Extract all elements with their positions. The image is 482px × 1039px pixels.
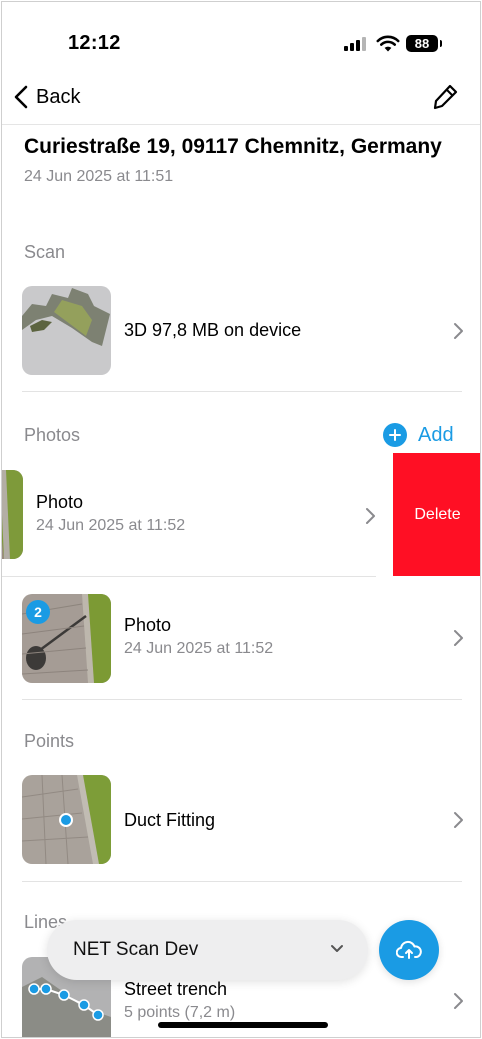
chevron-right-icon	[454, 812, 463, 828]
section-label-points: Points	[24, 731, 75, 751]
status-time: 12:12	[68, 32, 121, 54]
point-thumbnail	[22, 775, 111, 864]
add-label: Add	[418, 423, 454, 446]
chevron-right-icon	[454, 993, 463, 1009]
project-selector[interactable]: NET Scan Dev	[47, 920, 368, 980]
cellular-signal-icon	[344, 37, 368, 51]
divider	[2, 576, 376, 577]
back-label: Back	[36, 85, 81, 108]
chevron-down-icon	[331, 945, 343, 952]
scan-title: 3D 97,8 MB on device	[124, 320, 302, 340]
photo-date: 24 Jun 2025 at 11:52	[124, 640, 274, 657]
page-date: 24 Jun 2025 at 11:51	[24, 168, 174, 185]
pencil-icon[interactable]	[430, 82, 460, 112]
project-selector-label: NET Scan Dev	[73, 939, 199, 960]
photo-count-badge: 2	[26, 600, 50, 624]
page-title: Curiestraße 19, 09117 Chemnitz, Germany	[24, 135, 442, 158]
photo-date: 24 Jun 2025 at 11:52	[36, 517, 186, 534]
wifi-icon	[376, 35, 400, 52]
photo-thumbnail: 2	[22, 594, 111, 683]
divider	[22, 881, 462, 882]
divider	[22, 699, 462, 700]
line-title: Street trench	[124, 979, 228, 999]
point-title: Duct Fitting	[124, 810, 216, 830]
line-subtitle: 5 points (7,2 m)	[124, 1004, 236, 1021]
chevron-right-icon	[454, 630, 463, 646]
battery-indicator: 88	[406, 35, 442, 52]
screen: 12:12 88 Back Curiestraße 19, 09117 Chem…	[1, 1, 481, 1038]
home-indicator	[158, 1022, 328, 1028]
scan-thumbnail	[22, 286, 111, 375]
add-photo-button[interactable]: Add	[383, 423, 454, 447]
upload-button[interactable]	[379, 920, 439, 980]
plus-circle-icon	[383, 423, 407, 447]
section-label-photos: Photos	[24, 425, 81, 445]
cloud-upload-icon	[396, 940, 422, 959]
photo-title: Photo	[124, 615, 172, 635]
nav-divider	[2, 124, 480, 125]
back-button[interactable]: Back	[14, 85, 80, 109]
divider	[22, 391, 462, 392]
photo-title: Photo	[36, 492, 84, 512]
chevron-right-icon	[454, 323, 463, 339]
delete-button[interactable]: Delete	[393, 453, 480, 576]
section-label-scan: Scan	[24, 242, 66, 262]
chevron-right-icon	[366, 508, 375, 524]
photo-thumbnail	[2, 470, 23, 559]
chevron-left-icon	[14, 85, 28, 109]
